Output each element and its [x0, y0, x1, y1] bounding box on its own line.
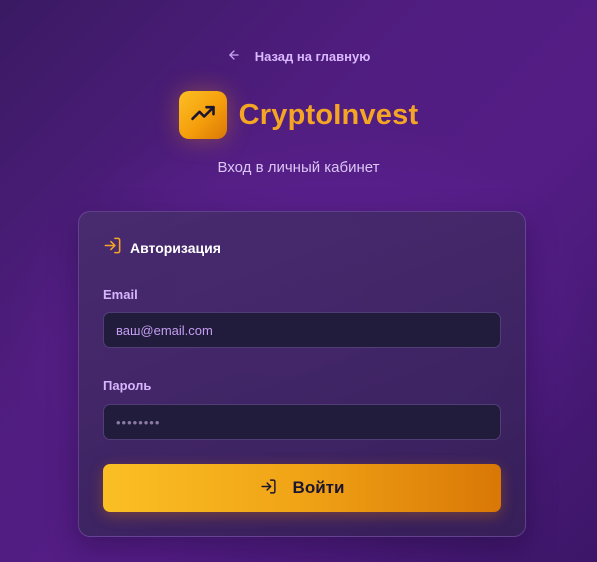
login-button-label: Войти [292, 478, 345, 497]
email-field[interactable] [103, 312, 501, 348]
card-title: Авторизация [130, 240, 221, 256]
login-button[interactable]: Войти [103, 464, 501, 512]
brand: CryptoInvest [0, 91, 597, 139]
arrow-left-icon [227, 48, 241, 65]
login-card: Авторизация Email Пароль Войти [78, 211, 526, 537]
trending-up-icon [189, 99, 217, 132]
log-in-icon [260, 478, 277, 498]
log-in-icon [103, 236, 122, 260]
back-link-label: Назад на главную [254, 49, 371, 64]
password-field[interactable] [103, 404, 501, 440]
brand-name: CryptoInvest [238, 98, 419, 131]
logo [178, 91, 227, 139]
page-subtitle: Вход в личный кабинет [217, 159, 380, 176]
back-to-home-link[interactable]: Назад на главную [0, 48, 597, 65]
email-label: Email [103, 287, 138, 302]
card-header: Авторизация [103, 236, 221, 260]
password-label: Пароль [103, 378, 152, 393]
